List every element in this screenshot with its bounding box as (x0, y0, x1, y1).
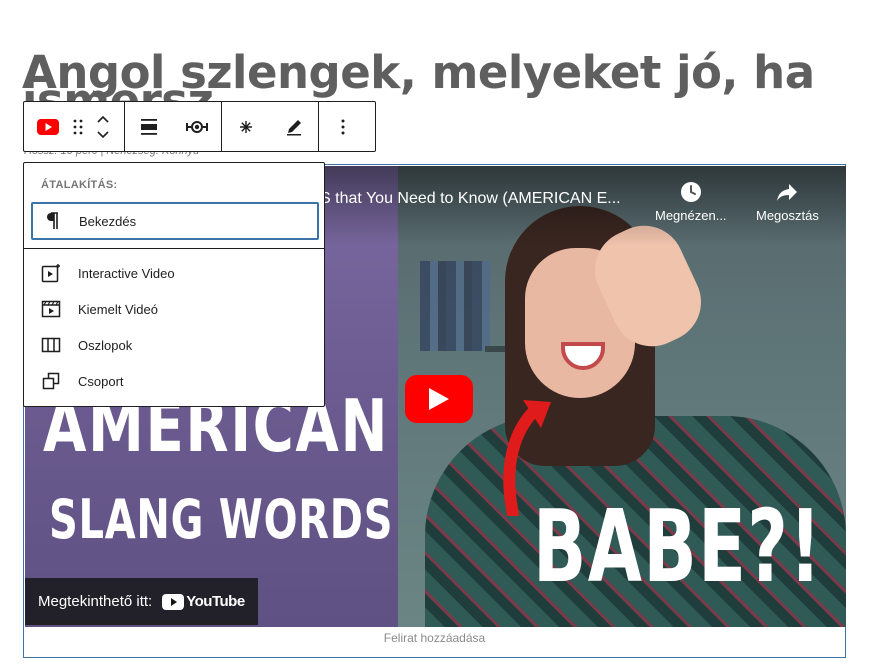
block-toolbar (23, 101, 376, 152)
toolbar-group-block (24, 102, 125, 151)
bookshelf-decor (420, 261, 490, 351)
group-icon (40, 370, 62, 392)
columns-icon (40, 334, 62, 356)
sparkle-icon (240, 120, 252, 133)
block-type-button[interactable] (30, 102, 66, 151)
play-button[interactable] (405, 375, 473, 423)
watch-later-button[interactable]: Megnézen... (655, 180, 727, 223)
sparkle-button[interactable] (228, 102, 264, 151)
featured-video-icon (40, 298, 62, 320)
watch-on-label: Megtekinthető itt: (38, 593, 153, 610)
transform-item-featured-video[interactable]: Kiemelt Videó (32, 291, 318, 327)
edit-url-button[interactable] (276, 102, 312, 151)
transform-item-interactive-video[interactable]: Interactive Video (32, 255, 318, 291)
align-center-icon (141, 118, 157, 135)
video-title[interactable]: S that You Need to Know (AMERICAN E... (320, 190, 621, 208)
drag-handle-icon (73, 119, 83, 134)
play-icon (429, 388, 449, 410)
more-options-button[interactable] (325, 102, 361, 151)
transform-item-label: Interactive Video (78, 265, 175, 281)
block-mover (90, 102, 116, 151)
watch-later-label: Megnézen... (655, 208, 727, 223)
dropdown-divider (24, 248, 324, 249)
caption-input[interactable]: Felirat hozzáadása (24, 631, 845, 645)
transform-heading: ÁTALAKÍTÁS: (41, 179, 118, 191)
watch-on-youtube-link[interactable]: Megtekinthető itt: YouTube (25, 578, 258, 625)
embed-icon (186, 120, 208, 133)
paragraph-icon (41, 210, 63, 232)
overlay-text-babe: BABE?! (533, 488, 823, 605)
transform-item-label: Bekezdés (79, 213, 137, 229)
pencil-icon (287, 119, 301, 135)
youtube-logo-icon (162, 593, 185, 610)
youtube-logo-text: YouTube (186, 593, 245, 610)
embed-settings-button[interactable] (179, 102, 215, 151)
transform-item-group[interactable]: Csoport (32, 363, 318, 399)
chevron-down-icon[interactable] (96, 130, 110, 140)
share-label: Megosztás (756, 208, 819, 223)
toolbar-group-align (125, 102, 222, 151)
interactive-video-icon (40, 262, 62, 284)
youtube-icon (37, 118, 59, 135)
transform-item-columns[interactable]: Oszlopok (32, 327, 318, 363)
post-title[interactable]: Angol szlengek, melyeket jó, ha ismersz (22, 46, 852, 127)
youtube-logo: YouTube (162, 593, 245, 610)
transform-item-paragraph[interactable]: Bekezdés (31, 202, 319, 240)
transform-dropdown: ÁTALAKÍTÁS: Bekezdés Interactive Video K… (23, 162, 325, 407)
share-icon (777, 184, 798, 201)
drag-handle-button[interactable] (66, 102, 90, 151)
share-button[interactable]: Megosztás (756, 180, 819, 223)
transform-item-label: Csoport (78, 373, 124, 389)
transform-item-label: Kiemelt Videó (78, 301, 158, 317)
transform-item-label: Oszlopok (78, 337, 133, 353)
more-vertical-icon (341, 119, 345, 134)
toolbar-group-tools (222, 102, 319, 151)
toolbar-group-more (319, 102, 367, 151)
clock-icon (680, 182, 701, 202)
chevron-up-icon[interactable] (96, 114, 110, 124)
align-button[interactable] (131, 102, 167, 151)
overlay-text-slang: SLANG WORDS (49, 488, 394, 551)
